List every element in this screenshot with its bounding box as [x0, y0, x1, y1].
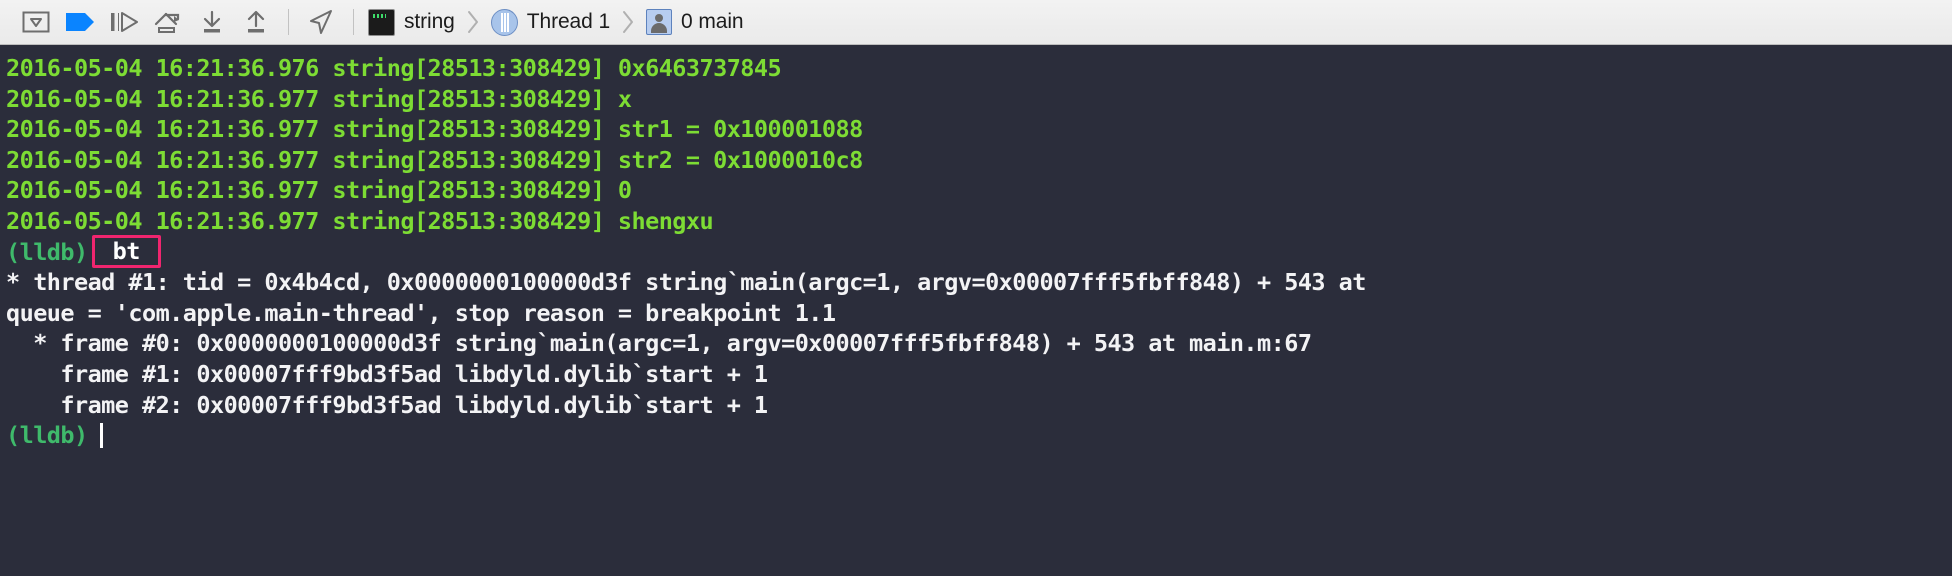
- console-log-line: 2016-05-04 16:21:36.977 string[28513:308…: [6, 206, 714, 235]
- step-over-icon: [109, 11, 139, 33]
- step-into-icon: [152, 10, 184, 34]
- console-log-line: 2016-05-04 16:21:36.976 string[28513:308…: [6, 54, 782, 82]
- lldb-command-line: (lldb) bt: [6, 235, 1952, 269]
- simulate-location-button[interactable]: [299, 5, 343, 39]
- breadcrumb: string Thread 1 0 main: [366, 5, 745, 39]
- step-out-icon: [199, 10, 225, 34]
- console-log-line: 2016-05-04 16:21:36.977 string[28513:308…: [6, 176, 632, 205]
- console-log-line: 2016-05-04 16:21:36.977 string[28513:308…: [6, 115, 863, 144]
- step-out-button[interactable]: [190, 5, 234, 39]
- breadcrumb-frame[interactable]: 0 main: [644, 5, 745, 39]
- step-out-alt-button[interactable]: [234, 5, 278, 39]
- continue-program-icon: [65, 12, 95, 32]
- text-cursor: [99, 422, 103, 448]
- debug-toolbar: string Thread 1 0 main: [0, 0, 1952, 45]
- step-out-alt-icon: [243, 10, 269, 34]
- breadcrumb-separator-2: [617, 7, 639, 37]
- stack-frame-person-icon: [646, 9, 673, 35]
- thread-icon: [490, 8, 518, 36]
- lldb-console-output[interactable]: 2016-05-04 16:21:36.976 string[28513:308…: [0, 45, 1952, 576]
- lldb-input-line[interactable]: (lldb): [6, 420, 1952, 451]
- lldb-prompt-final: (lldb): [6, 421, 88, 450]
- breadcrumb-frame-label: 0 main: [681, 10, 744, 33]
- location-arrow-icon: [307, 8, 335, 36]
- hide-debug-area-button[interactable]: [14, 5, 58, 39]
- step-into-button[interactable]: [146, 5, 190, 39]
- toolbar-divider-2: [353, 9, 354, 35]
- toolbar-divider-1: [288, 9, 289, 35]
- backtrace-line: * frame #0: 0x0000000100000d3f string`ma…: [6, 329, 1312, 358]
- lldb-prompt: (lldb): [6, 237, 88, 266]
- target-terminal-icon: [368, 8, 395, 36]
- breadcrumb-separator-1: [462, 7, 484, 37]
- console-log-line: 2016-05-04 16:21:36.977 string[28513:308…: [6, 145, 863, 174]
- breadcrumb-thread[interactable]: Thread 1: [489, 5, 612, 39]
- continue-button[interactable]: [58, 5, 102, 39]
- backtrace-line: frame #1: 0x00007fff9bd3f5ad libdyld.dyl…: [6, 359, 768, 388]
- breadcrumb-process-label: string: [404, 10, 455, 33]
- step-over-button[interactable]: [102, 5, 146, 39]
- backtrace-line: queue = 'com.apple.main-thread', stop re…: [6, 298, 836, 327]
- breadcrumb-thread-label: Thread 1: [526, 10, 611, 33]
- breadcrumb-process[interactable]: string: [366, 5, 457, 39]
- xcode-debugger-window: string Thread 1 0 main 2016-05-04 16:21:…: [0, 0, 1952, 576]
- console-log-line: 2016-05-04 16:21:36.977 string[28513:308…: [6, 84, 632, 113]
- backtrace-line: frame #2: 0x00007fff9bd3f5ad libdyld.dyl…: [6, 390, 768, 419]
- entered-command-highlight[interactable]: bt: [91, 235, 161, 269]
- backtrace-line: * thread #1: tid = 0x4b4cd, 0x0000000100…: [6, 268, 1366, 297]
- panel-collapse-icon: [22, 11, 50, 33]
